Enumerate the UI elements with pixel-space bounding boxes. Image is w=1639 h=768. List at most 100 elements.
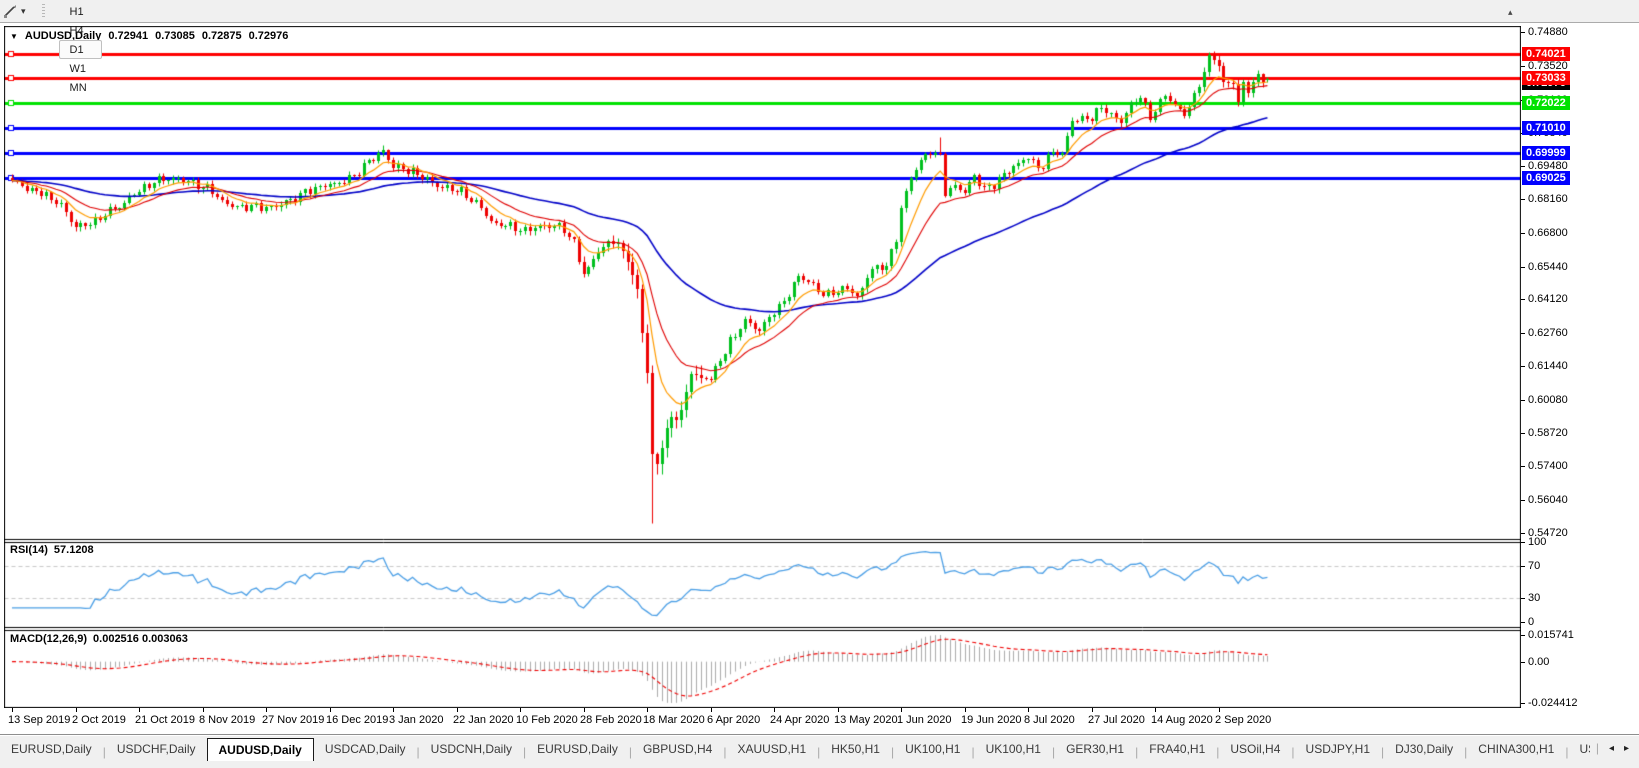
symbol-dropdown-icon[interactable]: ▼ — [10, 32, 18, 41]
ohlc-high: 0.73085 — [155, 30, 195, 42]
macd-axis-tick — [1521, 662, 1525, 663]
macd-indicator-label: MACD(12,26,9) 0.002516 0.003063 — [10, 633, 188, 645]
ohlc-close: 0.72976 — [249, 30, 289, 42]
price-axis-tick — [1521, 333, 1525, 334]
chart-tab-usdcad-daily[interactable]: USDCAD,Daily — [314, 738, 417, 761]
tab-scroll-right-icon[interactable]: ▸ — [1624, 743, 1629, 754]
rsi-tick-label: 70 — [1528, 560, 1540, 573]
price-axis-tick — [1521, 233, 1525, 234]
macd-name: MACD(12,26,9) — [10, 633, 87, 645]
price-axis[interactable]: 0.748800.735200.721600.708400.694800.681… — [1521, 26, 1639, 708]
price-tick-label: 0.65440 — [1528, 261, 1568, 274]
timeframe-button-h4[interactable]: H4 — [59, 21, 102, 40]
date-label: 2 Sep 2020 — [1215, 714, 1271, 726]
date-label: 19 Jun 2020 — [961, 714, 1022, 726]
date-axis[interactable]: 13 Sep 20192 Oct 201921 Oct 20198 Nov 20… — [4, 708, 1521, 734]
price-tick-label: 0.66800 — [1528, 227, 1568, 240]
date-axis-tick — [330, 708, 331, 712]
date-label: 8 Nov 2019 — [199, 714, 255, 726]
timeframe-toolbar: M1M5M15M30H1H4D1W1MN — [57, 0, 104, 97]
date-axis-tick — [76, 708, 77, 712]
price-tick-label: 0.74880 — [1528, 26, 1568, 39]
chart-tab-china300-h1[interactable]: CHINA300,H1 — [1467, 738, 1565, 761]
chart-tab-audusd-daily[interactable]: AUDUSD,Daily — [207, 738, 314, 761]
price-tick-label: 0.64120 — [1528, 293, 1568, 306]
date-axis-tick — [1219, 708, 1220, 712]
price-tick-label: 0.58720 — [1528, 427, 1568, 440]
hline-price-label: 0.72022 — [1522, 96, 1570, 110]
date-axis-tick — [711, 708, 712, 712]
date-label: 13 May 2020 — [834, 714, 898, 726]
macd-values: 0.002516 0.003063 — [93, 633, 188, 645]
chart-tab-usdcnh-daily[interactable]: USDCNH,Daily — [420, 738, 523, 761]
mt4-window: ▾ M1M5M15M30H1H4D1W1MN ▴ ▼ AUDUSD,Daily … — [0, 0, 1639, 768]
chart-tab-hk50-h1[interactable]: HK50,H1 — [820, 738, 891, 761]
date-axis-tick — [203, 708, 204, 712]
chart-tab-xauusd-h1[interactable]: XAUUSD,H1 — [726, 738, 817, 761]
price-tick-label: 0.56040 — [1528, 494, 1568, 507]
date-axis-tick — [774, 708, 775, 712]
ohlc-open: 0.72941 — [108, 30, 148, 42]
hline-price-label: 0.69999 — [1522, 146, 1570, 160]
hline-price-label: 0.73033 — [1522, 71, 1570, 85]
toolbar-drag-handle[interactable] — [42, 4, 45, 19]
date-axis-tick — [1092, 708, 1093, 712]
chevron-down-icon[interactable]: ▾ — [18, 6, 32, 17]
chart-tab-gbpusd-h4[interactable]: GBPUSD,H4 — [632, 738, 723, 761]
chart-tab-fra40-h1[interactable]: FRA40,H1 — [1138, 738, 1216, 761]
price-chart-canvas[interactable] — [4, 26, 1521, 708]
rsi-axis-tick — [1521, 598, 1525, 599]
date-label: 8 Jul 2020 — [1024, 714, 1075, 726]
chart-tab-usoil-h4[interactable]: USOil,H4 — [1219, 738, 1291, 761]
date-label: 27 Nov 2019 — [262, 714, 324, 726]
chart-tab-eurusd-daily[interactable]: EURUSD,Daily — [0, 738, 103, 761]
tab-scroll-left-icon[interactable]: ◂ — [1609, 743, 1614, 754]
price-tick-label: 0.60080 — [1528, 394, 1568, 407]
hline-price-label: 0.69025 — [1522, 171, 1570, 185]
rsi-axis-tick — [1521, 566, 1525, 567]
date-label: 13 Sep 2019 — [8, 714, 70, 726]
chart-tab-uk100-h1[interactable]: UK100,H1 — [894, 738, 971, 761]
date-axis-tick — [647, 708, 648, 712]
price-tick-label: 0.61440 — [1528, 360, 1568, 373]
date-label: 10 Feb 2020 — [516, 714, 578, 726]
chart-title: ▼ AUDUSD,Daily 0.72941 0.73085 0.72875 0… — [10, 30, 288, 42]
price-axis-tick — [1521, 66, 1525, 67]
chart-tab-ger30-h1[interactable]: GER30,H1 — [1055, 738, 1135, 761]
date-label: 1 Jun 2020 — [897, 714, 951, 726]
toolbar: ▾ M1M5M15M30H1H4D1W1MN ▴ — [0, 0, 1639, 23]
chart-tab-dj30-daily[interactable]: DJ30,Daily — [1384, 738, 1464, 761]
price-axis-tick — [1521, 267, 1525, 268]
chart-tab-eurusd-daily[interactable]: EURUSD,Daily — [526, 738, 629, 761]
date-label: 27 Jul 2020 — [1088, 714, 1145, 726]
chart-tab-usoil-h1[interactable]: USOil,H1 — [1568, 738, 1589, 761]
rsi-axis-tick — [1521, 622, 1525, 623]
tab-scroll-arrows: | ◂ ▸ — [1590, 735, 1639, 755]
date-axis-tick — [1155, 708, 1156, 712]
price-axis-tick — [1521, 533, 1525, 534]
rsi-tick-label: 0 — [1528, 616, 1534, 629]
rsi-tick-label: 100 — [1528, 536, 1546, 549]
date-axis-tick — [266, 708, 267, 712]
date-axis-tick — [393, 708, 394, 712]
timeframe-button-mn[interactable]: MN — [59, 78, 102, 97]
chart-window: ▼ AUDUSD,Daily 0.72941 0.73085 0.72875 0… — [0, 23, 1639, 734]
macd-axis-tick — [1521, 703, 1525, 704]
date-axis-tick — [457, 708, 458, 712]
line-draw-tool-icon[interactable] — [2, 3, 18, 19]
date-label: 28 Feb 2020 — [580, 714, 642, 726]
date-axis-tick — [1028, 708, 1029, 712]
timeframe-button-d1[interactable]: D1 — [59, 40, 102, 59]
price-tick-label: 0.68160 — [1528, 193, 1568, 206]
chart-tab-bar: EURUSD,Daily|USDCHF,DailyAUDUSD,DailyUSD… — [0, 734, 1639, 768]
price-axis-tick — [1521, 32, 1525, 33]
timeframe-button-w1[interactable]: W1 — [59, 59, 102, 78]
chart-tab-usdjpy-h1[interactable]: USDJPY,H1 — [1295, 738, 1381, 761]
chart-tab-usdchf-daily[interactable]: USDCHF,Daily — [106, 738, 207, 761]
date-label: 24 Apr 2020 — [770, 714, 829, 726]
date-label: 14 Aug 2020 — [1151, 714, 1213, 726]
timeframe-button-h1[interactable]: H1 — [59, 2, 102, 21]
macd-tick-label: 0.015741 — [1528, 629, 1574, 642]
chart-tab-uk100-h1[interactable]: UK100,H1 — [975, 738, 1052, 761]
date-label: 3 Jan 2020 — [389, 714, 443, 726]
